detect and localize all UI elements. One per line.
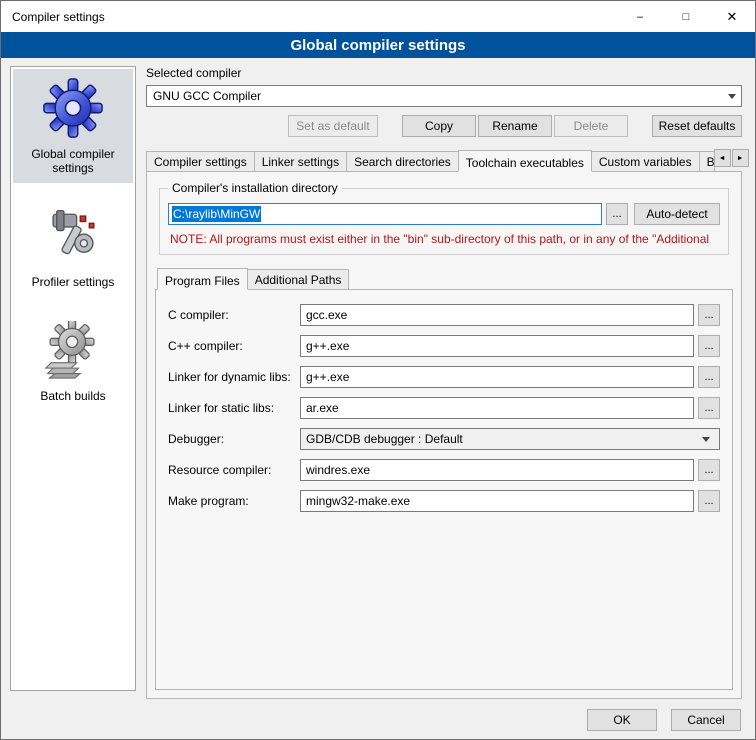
browse-button[interactable]: ... <box>698 304 720 326</box>
browse-button[interactable]: ... <box>698 490 720 512</box>
field-row-c-compiler: C compiler: gcc.exe ... <box>168 304 720 326</box>
profiler-tool-icon <box>15 203 131 269</box>
subtab-program-files[interactable]: Program Files <box>157 268 248 290</box>
tab-build-options[interactable]: Buil <box>699 151 715 171</box>
field-row-static-linker: Linker for static libs: ar.exe ... <box>168 397 720 419</box>
blue-gear-icon <box>15 75 131 141</box>
delete-button[interactable]: Delete <box>554 115 628 137</box>
compiler-settings-window: Compiler settings – □ ✕ Global compiler … <box>0 0 756 740</box>
chevron-down-icon <box>698 437 714 442</box>
copy-button[interactable]: Copy <box>402 115 476 137</box>
cpp-compiler-value: g++.exe <box>306 339 349 353</box>
window-controls: – □ ✕ <box>617 1 755 32</box>
set-as-default-button[interactable]: Set as default <box>288 115 378 137</box>
installation-directory-input[interactable]: C:\raylib\MinGW <box>168 203 602 225</box>
make-program-input[interactable]: mingw32-make.exe <box>300 490 694 512</box>
tab-scroll-right-icon[interactable]: ► <box>732 149 749 167</box>
dialog-footer: OK Cancel <box>587 709 741 731</box>
settings-sidebar: Global compiler settings Profiler sett <box>10 66 136 691</box>
debugger-select[interactable]: GDB/CDB debugger : Default <box>300 428 720 450</box>
titlebar: Compiler settings – □ ✕ <box>1 1 755 32</box>
field-label: Linker for static libs: <box>168 397 300 419</box>
field-row-make-program: Make program: mingw32-make.exe ... <box>168 490 720 512</box>
field-row-cpp-compiler: C++ compiler: g++.exe ... <box>168 335 720 357</box>
auto-detect-button[interactable]: Auto-detect <box>634 203 720 225</box>
close-button[interactable]: ✕ <box>709 1 755 32</box>
c-compiler-value: gcc.exe <box>306 308 347 322</box>
minimize-button[interactable]: – <box>617 1 663 32</box>
resource-compiler-input[interactable]: windres.exe <box>300 459 694 481</box>
reset-defaults-button[interactable]: Reset defaults <box>652 115 742 137</box>
subtab-additional-paths[interactable]: Additional Paths <box>247 269 350 289</box>
window-title: Compiler settings <box>1 10 105 24</box>
field-label: C compiler: <box>168 304 300 326</box>
field-label: Resource compiler: <box>168 459 300 481</box>
cpp-compiler-input[interactable]: g++.exe <box>300 335 694 357</box>
selected-compiler-label: Selected compiler <box>146 66 742 80</box>
browse-button[interactable]: ... <box>698 459 720 481</box>
sidebar-item-label: Batch builds <box>15 389 131 403</box>
field-row-dynamic-linker: Linker for dynamic libs: g++.exe ... <box>168 366 720 388</box>
programs-subtabstrip: Program Files Additional Paths <box>157 267 733 289</box>
ok-button[interactable]: OK <box>587 709 657 731</box>
field-row-resource-compiler: Resource compiler: windres.exe ... <box>168 459 720 481</box>
dynamic-linker-value: g++.exe <box>306 370 349 384</box>
field-label: Make program: <box>168 490 300 512</box>
dynamic-linker-input[interactable]: g++.exe <box>300 366 694 388</box>
tab-custom-variables[interactable]: Custom variables <box>591 151 700 171</box>
installation-directory-group: Compiler's installation directory C:\ray… <box>159 188 729 255</box>
rename-button[interactable]: Rename <box>478 115 552 137</box>
browse-button[interactable]: ... <box>698 366 720 388</box>
selected-compiler-dropdown[interactable]: GNU GCC Compiler <box>146 85 742 107</box>
field-label: Linker for dynamic libs: <box>168 366 300 388</box>
browse-directory-button[interactable]: ... <box>606 203 628 225</box>
sidebar-item-batch-builds[interactable]: Batch builds <box>13 311 133 411</box>
toolchain-executables-panel: Compiler's installation directory C:\ray… <box>146 171 742 699</box>
program-files-panel: C compiler: gcc.exe ... C++ compiler: g+… <box>155 289 733 690</box>
tab-scroll-controls: ◄ ► <box>714 149 749 167</box>
tab-compiler-settings[interactable]: Compiler settings <box>146 151 255 171</box>
static-linker-value: ar.exe <box>306 401 339 415</box>
sidebar-item-global-compiler-settings[interactable]: Global compiler settings <box>13 69 133 183</box>
gray-gear-stack-icon <box>15 317 131 383</box>
compiler-actions: Set as default Copy Rename Delete Reset … <box>146 115 742 137</box>
tab-search-directories[interactable]: Search directories <box>346 151 459 171</box>
directory-note: NOTE: All programs must exist either in … <box>170 232 718 246</box>
dialog-header: Global compiler settings <box>1 32 755 58</box>
field-label: Debugger: <box>168 428 300 450</box>
field-row-debugger: Debugger: GDB/CDB debugger : Default <box>168 428 720 450</box>
installation-directory-row: C:\raylib\MinGW ... Auto-detect <box>168 203 720 225</box>
cancel-button[interactable]: Cancel <box>671 709 741 731</box>
selected-compiler-value: GNU GCC Compiler <box>153 89 261 103</box>
compiler-tabstrip: Compiler settings Linker settings Search… <box>146 149 742 171</box>
maximize-button[interactable]: □ <box>663 1 709 32</box>
browse-button[interactable]: ... <box>698 397 720 419</box>
main-panel: Selected compiler GNU GCC Compiler Set a… <box>146 66 742 699</box>
dialog-header-title: Global compiler settings <box>290 37 465 54</box>
tab-toolchain-executables[interactable]: Toolchain executables <box>458 150 592 172</box>
installation-directory-group-title: Compiler's installation directory <box>168 181 342 195</box>
sidebar-item-profiler-settings[interactable]: Profiler settings <box>13 197 133 297</box>
c-compiler-input[interactable]: gcc.exe <box>300 304 694 326</box>
installation-directory-value: C:\raylib\MinGW <box>172 206 261 222</box>
browse-button[interactable]: ... <box>698 335 720 357</box>
tab-scroll-left-icon[interactable]: ◄ <box>714 149 731 167</box>
resource-compiler-value: windres.exe <box>306 463 370 477</box>
make-program-value: mingw32-make.exe <box>306 494 410 508</box>
tab-linker-settings[interactable]: Linker settings <box>254 151 347 171</box>
chevron-down-icon <box>723 86 741 106</box>
sidebar-item-label: Profiler settings <box>15 275 131 289</box>
static-linker-input[interactable]: ar.exe <box>300 397 694 419</box>
field-label: C++ compiler: <box>168 335 300 357</box>
sidebar-item-label: Global compiler settings <box>15 147 131 175</box>
debugger-value: GDB/CDB debugger : Default <box>306 432 463 446</box>
